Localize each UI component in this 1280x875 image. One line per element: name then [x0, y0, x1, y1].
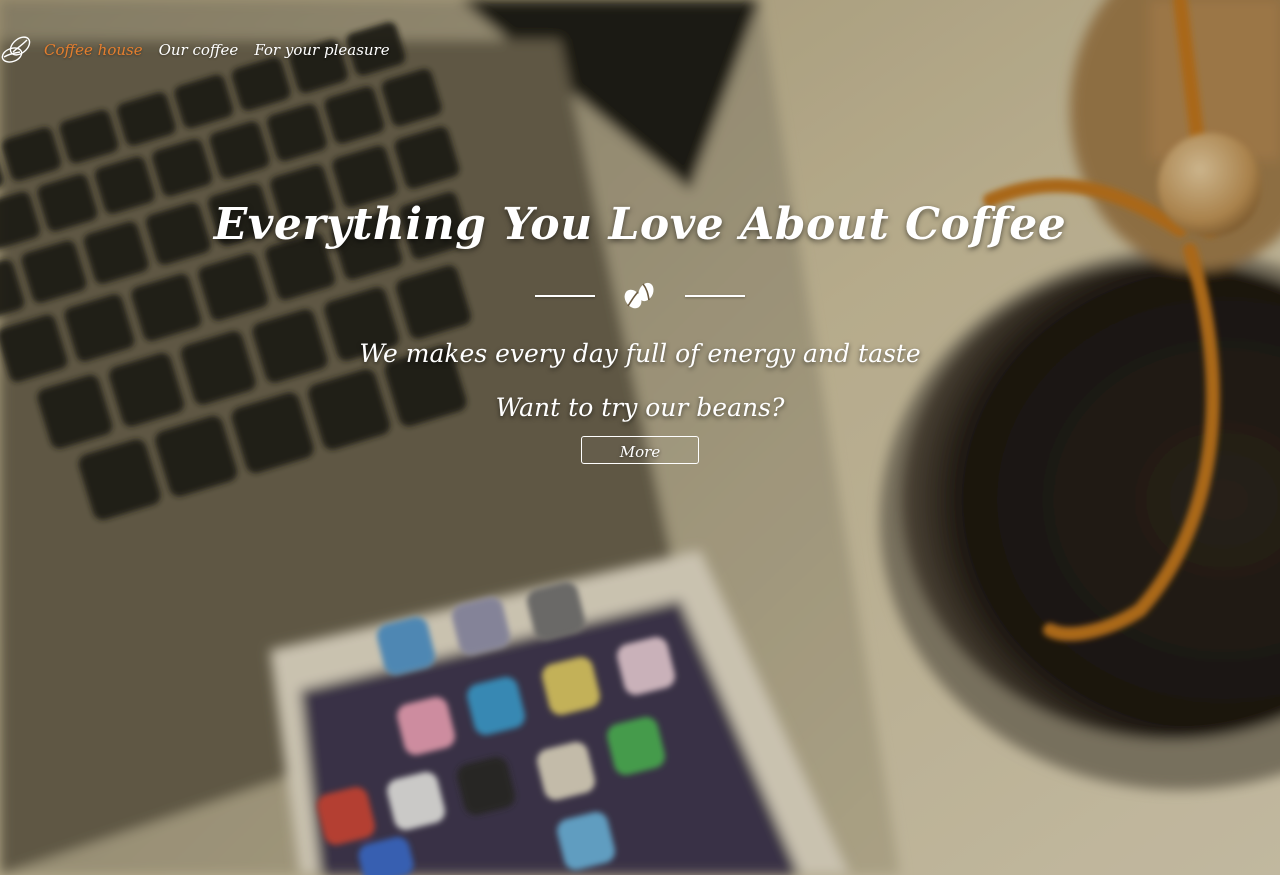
hero-title: Everything You Love About Coffee: [213, 199, 1067, 250]
divider-line-right: [685, 295, 745, 297]
nav-link-our-coffee[interactable]: Our coffee: [159, 41, 239, 59]
coffee-beans-icon[interactable]: [0, 33, 34, 67]
main-nav: Coffee house Our coffee For your pleasur…: [0, 30, 406, 70]
hero-divider: [535, 278, 745, 314]
hero-question: Want to try our beans?: [495, 393, 785, 422]
hero-subtitle: We makes every day full of energy and ta…: [359, 339, 921, 368]
hero-content: Everything You Love About Coffee We make…: [0, 190, 1280, 464]
nav-link-coffee-house[interactable]: Coffee house: [44, 41, 143, 59]
nav-link-for-your-pleasure[interactable]: For your pleasure: [254, 41, 389, 59]
hero-section: Coffee house Our coffee For your pleasur…: [0, 0, 1280, 875]
coffee-beans-icon: [620, 278, 660, 314]
more-button[interactable]: More: [581, 436, 699, 464]
divider-line-left: [535, 295, 595, 297]
